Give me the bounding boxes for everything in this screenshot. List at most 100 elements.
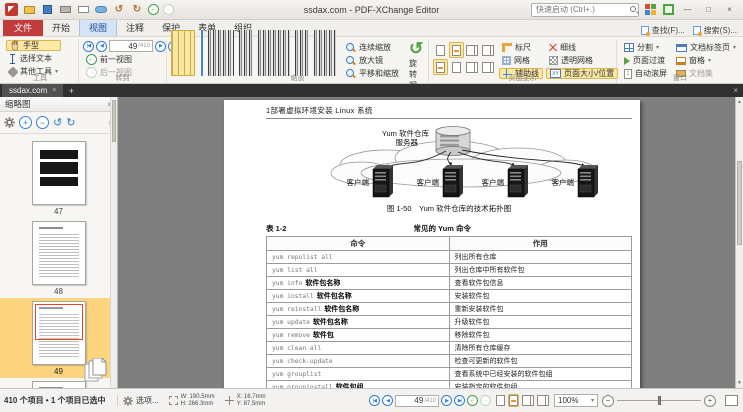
document-tabs-button[interactable]: 文档标签页▾ xyxy=(673,42,739,53)
pages-stack-icon xyxy=(83,358,109,388)
command-text: yum check-update xyxy=(272,358,333,365)
thumbnail-page-48[interactable]: 48 xyxy=(0,218,117,298)
rotate-cw-button[interactable]: ↻ xyxy=(66,117,75,129)
ruler-toggle[interactable]: 标尺 xyxy=(499,42,543,53)
thin-lines-label: 细线 xyxy=(560,42,576,53)
strip-close-button[interactable]: × xyxy=(728,84,743,97)
history-forward-button[interactable]: → xyxy=(163,4,174,15)
command-desc: 列出所有仓库 xyxy=(449,251,632,264)
find-button[interactable]: 查找(F)... xyxy=(641,25,685,36)
panes-button[interactable]: 窗格▾ xyxy=(673,55,739,66)
last-page-button[interactable]: ▶| xyxy=(454,395,465,406)
rotate-ccw-button[interactable]: ↺ xyxy=(53,117,62,129)
zoom-out-button[interactable]: − xyxy=(602,395,614,407)
spread-button[interactable] xyxy=(537,395,549,406)
next-page-button[interactable]: ▶ xyxy=(441,395,452,406)
transparency-grid-toggle[interactable]: 透明网格 xyxy=(546,55,618,66)
page-number-field[interactable]: 49/410 xyxy=(109,40,153,52)
first-page-button[interactable]: |◀ xyxy=(83,41,94,52)
zoom-preset-icon[interactable] xyxy=(295,30,309,76)
previous-page-button[interactable]: ◀ xyxy=(382,395,393,406)
print-button[interactable] xyxy=(58,3,72,17)
hand-tool-button[interactable]: 手型 xyxy=(6,40,61,51)
sidebar-scrollbar-thumb[interactable] xyxy=(112,100,116,142)
folder-icon xyxy=(24,6,35,14)
options-button[interactable]: 选项... xyxy=(118,395,164,406)
save-button[interactable] xyxy=(40,3,54,17)
cursor-x-value: X: 16.7mm xyxy=(237,394,266,401)
scroll-down-icon[interactable]: ▼ xyxy=(736,378,743,388)
thumb-zoom-in-button[interactable]: + xyxy=(19,116,32,129)
close-button[interactable]: × xyxy=(721,3,738,17)
tab-close-icon[interactable]: × xyxy=(52,87,56,94)
thumbnails-panel: 缩略图 × + − ↺ ↻ » 47 xyxy=(0,97,118,388)
previous-view-button[interactable]: ← xyxy=(467,395,478,406)
two-page-button[interactable] xyxy=(522,395,534,406)
current-view-rectangle[interactable] xyxy=(35,304,83,340)
first-page-button[interactable]: |◀ xyxy=(369,395,380,406)
tab-view[interactable]: 视图 xyxy=(79,18,117,36)
tab-file[interactable]: 文件 xyxy=(3,19,43,36)
single-page-button[interactable] xyxy=(496,395,505,406)
fit-window-button[interactable] xyxy=(661,3,675,17)
new-tab-button[interactable]: + xyxy=(63,84,79,97)
redo-button[interactable]: ↻ xyxy=(130,3,144,17)
fit-width-button[interactable] xyxy=(508,394,519,407)
undo-button[interactable]: ↺ xyxy=(112,3,126,17)
command-text: yum reinstall xyxy=(272,306,321,313)
gear-icon[interactable] xyxy=(4,117,15,128)
next-view-button[interactable]: → xyxy=(480,395,491,406)
zoom-preset-selected-icon[interactable] xyxy=(171,30,195,76)
upload-button[interactable] xyxy=(94,3,108,17)
zoom-in-button[interactable]: + xyxy=(704,395,716,407)
zoom-preset-icon[interactable] xyxy=(239,30,253,76)
zoom-slider-thumb[interactable] xyxy=(658,396,661,405)
vertical-scrollbar[interactable]: ▲ ▼ xyxy=(735,97,743,388)
thumb-zoom-out-button[interactable]: − xyxy=(36,116,49,129)
maximize-button[interactable]: □ xyxy=(700,3,717,17)
history-back-button[interactable]: ← xyxy=(148,4,159,15)
tab-comment[interactable]: 注释 xyxy=(117,19,153,36)
fit-width-button[interactable] xyxy=(449,42,464,58)
ui-options-button[interactable] xyxy=(643,3,657,17)
spread-button[interactable] xyxy=(481,42,496,58)
document-viewport[interactable]: 1部署虚拟环境安装 Linux 系统 xyxy=(118,97,735,388)
zoom-preset-icon[interactable] xyxy=(258,30,290,76)
split-button[interactable]: 分割▾ xyxy=(621,42,670,53)
zoom-preset-divider-icon xyxy=(200,30,203,76)
previous-view-button[interactable]: ← 前一视图 xyxy=(83,54,179,65)
grid-toggle[interactable]: 网格 xyxy=(499,55,543,66)
scrollbar-thumb[interactable] xyxy=(737,161,742,245)
email-button[interactable] xyxy=(76,3,90,17)
fit-visible-button[interactable] xyxy=(720,395,743,406)
continuous-zoom-button[interactable]: 连续缩放 xyxy=(343,42,402,53)
thumbnail-page-47[interactable]: 47 xyxy=(0,138,117,218)
page-transitions-button[interactable]: 页面过渡 xyxy=(621,55,670,66)
tab-home[interactable]: 开始 xyxy=(43,19,79,36)
sidebar-scrollbar[interactable] xyxy=(110,97,117,388)
zoom-preset-icon[interactable] xyxy=(314,30,336,76)
thin-lines-toggle[interactable]: 细线 xyxy=(546,42,618,53)
minimize-button[interactable]: — xyxy=(679,3,696,17)
zoom-level-select[interactable]: 100% ▾ xyxy=(554,394,598,407)
search-button[interactable]: 搜索(S)... xyxy=(693,25,737,36)
document-tab[interactable]: ssdax.com × xyxy=(2,84,63,97)
rotate-view-button[interactable]: ↺ 旋转视图 xyxy=(405,40,427,102)
previous-page-button[interactable]: ◀ xyxy=(96,41,107,52)
two-page-button[interactable] xyxy=(465,42,480,58)
loupe-button[interactable]: 放大镜 xyxy=(343,55,402,66)
page-running-header: 1部署虚拟环境安装 Linux 系统 xyxy=(266,105,632,116)
next-page-button[interactable]: ▶ xyxy=(155,41,166,52)
select-text-button[interactable]: 选择文本 xyxy=(6,53,61,64)
magnifier-icon xyxy=(346,43,356,53)
options-label: 选项... xyxy=(136,395,159,406)
zoom-slider-track[interactable] xyxy=(617,400,701,401)
open-button[interactable] xyxy=(22,3,36,17)
loupe-label: 放大镜 xyxy=(359,55,383,66)
chevron-down-icon: ▾ xyxy=(656,44,659,51)
page-number-field[interactable]: 49/410 xyxy=(395,395,439,407)
scroll-up-icon[interactable]: ▲ xyxy=(736,97,743,107)
single-page-button[interactable] xyxy=(433,42,448,58)
quick-launch-input[interactable] xyxy=(531,3,639,17)
zoom-preset-icon[interactable] xyxy=(208,30,234,76)
